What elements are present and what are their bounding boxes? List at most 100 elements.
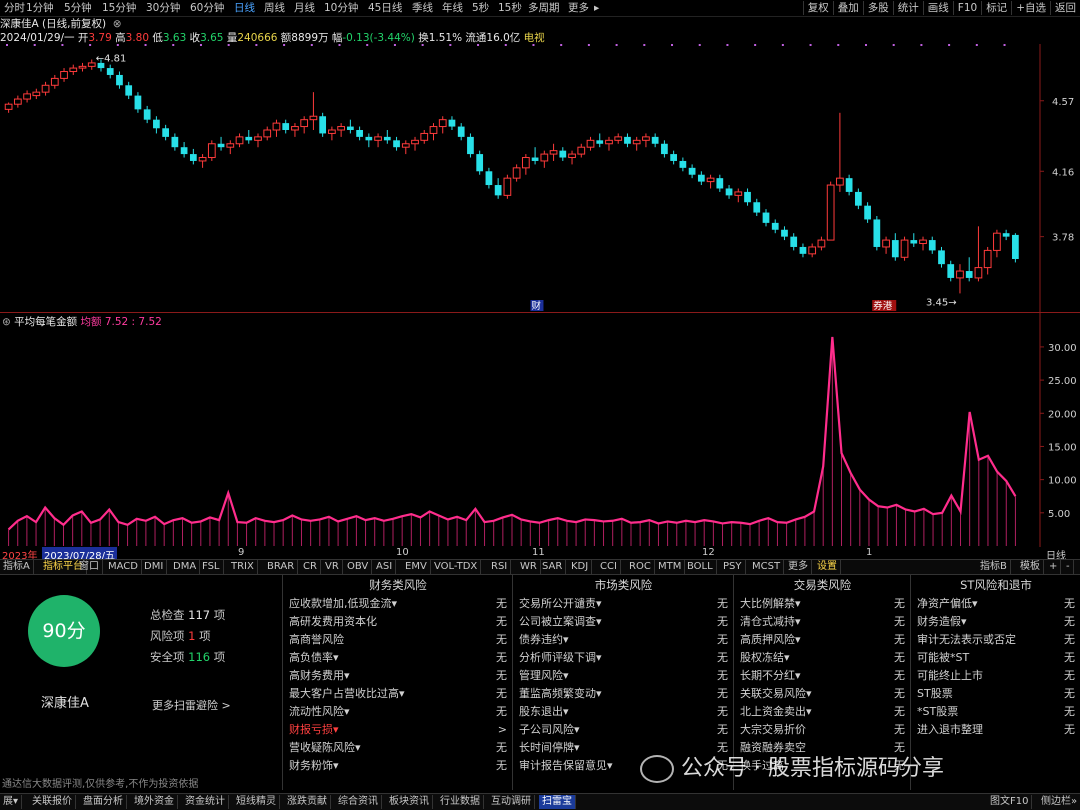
indicator-tab-21[interactable]: MTM: [655, 560, 686, 574]
candle[interactable]: [956, 264, 964, 294]
candle[interactable]: [900, 236, 909, 261]
candle[interactable]: [938, 246, 945, 268]
scan-row[interactable]: 营收疑陈风险▾ 无: [283, 739, 513, 757]
candle[interactable]: [226, 140, 235, 155]
candle[interactable]: [549, 143, 558, 161]
period-16[interactable]: 更多: [568, 1, 589, 15]
candle[interactable]: [420, 130, 429, 144]
candle[interactable]: [69, 64, 78, 75]
period-13[interactable]: 5秒: [472, 1, 489, 15]
candle[interactable]: [568, 150, 576, 165]
candle[interactable]: [448, 116, 456, 130]
indicator-tab-2[interactable]: 窗口: [76, 560, 103, 574]
scan-row[interactable]: 管理风险▾ 无: [513, 667, 734, 685]
candle[interactable]: [716, 174, 724, 192]
indicator-tab-7[interactable]: TRIX: [228, 560, 258, 574]
scan-row[interactable]: 子公司风险▾ 无: [513, 721, 734, 739]
event-tag[interactable]: 券港: [873, 300, 893, 312]
indicator-tab-22[interactable]: BOLL: [684, 560, 717, 574]
candle[interactable]: [153, 116, 160, 134]
candle[interactable]: [873, 216, 881, 251]
indicator-panel[interactable]: ⊛ 平均每笔金额 均额 7.52 : 7.52 30.00 25.00 20.00 1…: [0, 312, 1080, 549]
period-12[interactable]: 年线: [442, 1, 463, 15]
indicator-chart[interactable]: 30.00 25.00 20.00 15.00 10.00 5.00: [0, 313, 1080, 548]
scan-row[interactable]: 高财务费用▾ 无: [283, 667, 513, 685]
candle[interactable]: [974, 226, 983, 282]
scan-row[interactable]: 大比例解禁▾ 无: [734, 595, 911, 613]
bottom-tab-11[interactable]: 扫雷宝: [539, 795, 576, 809]
candle[interactable]: [235, 133, 244, 148]
indicator-tab-17[interactable]: SAR: [539, 560, 567, 574]
indicator-tab-10[interactable]: VR: [322, 560, 343, 574]
candle[interactable]: [1002, 229, 1010, 241]
candle[interactable]: [559, 147, 567, 161]
candle[interactable]: [882, 236, 890, 254]
candle[interactable]: [346, 119, 354, 134]
indicator-tab-5[interactable]: DMA: [170, 560, 201, 574]
scan-row[interactable]: *ST股票 无: [911, 703, 1080, 721]
candle[interactable]: [162, 124, 170, 141]
settings-icon[interactable]: ⊗: [109, 18, 122, 30]
period-2[interactable]: 5分钟: [64, 1, 92, 15]
scan-row[interactable]: 长期不分红▾ 无: [734, 667, 911, 685]
scan-row[interactable]: 审计无法表示或否定 无: [911, 631, 1080, 649]
scan-row[interactable]: 最大客户占营收比过高▾ 无: [283, 685, 513, 703]
indicator-tab-24[interactable]: MCST: [749, 560, 785, 574]
bottom-tab-5[interactable]: 短线精灵: [233, 795, 280, 809]
scan-row[interactable]: 股东退出▾ 无: [513, 703, 734, 721]
candle[interactable]: [826, 181, 835, 241]
candle[interactable]: [476, 150, 484, 175]
candle[interactable]: [596, 133, 604, 148]
tool-1[interactable]: 叠加: [832, 1, 863, 15]
candle[interactable]: [41, 81, 50, 96]
candle[interactable]: [854, 188, 862, 210]
candle[interactable]: [32, 88, 41, 100]
indicator-tab-right-3[interactable]: 指标B: [977, 560, 1011, 574]
period-9[interactable]: 10分钟: [324, 1, 358, 15]
indicator-tab-8[interactable]: BRAR: [264, 560, 299, 574]
candle[interactable]: [845, 174, 853, 196]
candle[interactable]: [577, 143, 586, 158]
candle[interactable]: [467, 133, 474, 158]
tool-3[interactable]: 统计: [892, 1, 923, 15]
candle[interactable]: [697, 171, 705, 186]
candle[interactable]: [23, 90, 31, 103]
bottom-tab-1[interactable]: 关联报价: [29, 795, 76, 809]
candle[interactable]: [272, 119, 281, 137]
indicator-settings-icon[interactable]: ⊛: [2, 316, 11, 328]
scan-row[interactable]: 交易所公开谴责▾ 无: [513, 595, 734, 613]
scan-row[interactable]: 流动性风险▾ 无: [283, 703, 513, 721]
candle[interactable]: [180, 142, 188, 158]
scan-row[interactable]: 高商誉风险 无: [283, 631, 513, 649]
candle[interactable]: [725, 185, 733, 199]
candle[interactable]: [125, 81, 133, 100]
indicator-tab-right-0[interactable]: -: [1063, 560, 1074, 574]
scan-row[interactable]: 高质押风险▾ 无: [734, 631, 911, 649]
candle[interactable]: [328, 126, 336, 141]
candle[interactable]: [171, 133, 179, 151]
candle[interactable]: [688, 164, 696, 179]
scan-row[interactable]: 高研发费用资本化 无: [283, 613, 513, 631]
candle[interactable]: [632, 136, 641, 151]
indicator-name[interactable]: 平均每笔金额: [14, 316, 77, 328]
indicator-tab-6[interactable]: FSL: [199, 560, 224, 574]
candle[interactable]: [393, 136, 400, 151]
scan-row[interactable]: 清仓式减持▾ 无: [734, 613, 911, 631]
indicator-tab-19[interactable]: CCI: [597, 560, 621, 574]
scan-row[interactable]: 董监高频繁变动▾ 无: [513, 685, 734, 703]
price-chart-panel[interactable]: 4.57 4.16 3.78 ←4.81 3.45→ 财 券港: [0, 44, 1080, 312]
candle[interactable]: [679, 157, 687, 172]
period-0[interactable]: 分时: [4, 1, 25, 15]
candle[interactable]: [891, 233, 899, 261]
candle[interactable]: [319, 112, 327, 137]
candle[interactable]: [1012, 233, 1019, 263]
candle[interactable]: [762, 209, 770, 227]
candle[interactable]: [4, 102, 13, 113]
candle[interactable]: [60, 68, 68, 82]
candle[interactable]: [245, 130, 253, 144]
scan-row[interactable]: 高负债率▾ 无: [283, 649, 513, 667]
tool-0[interactable]: 复权: [802, 1, 833, 15]
candle[interactable]: [263, 126, 272, 141]
indicator-tab-13[interactable]: EMV: [402, 560, 431, 574]
period-15[interactable]: 多周期: [528, 1, 560, 15]
